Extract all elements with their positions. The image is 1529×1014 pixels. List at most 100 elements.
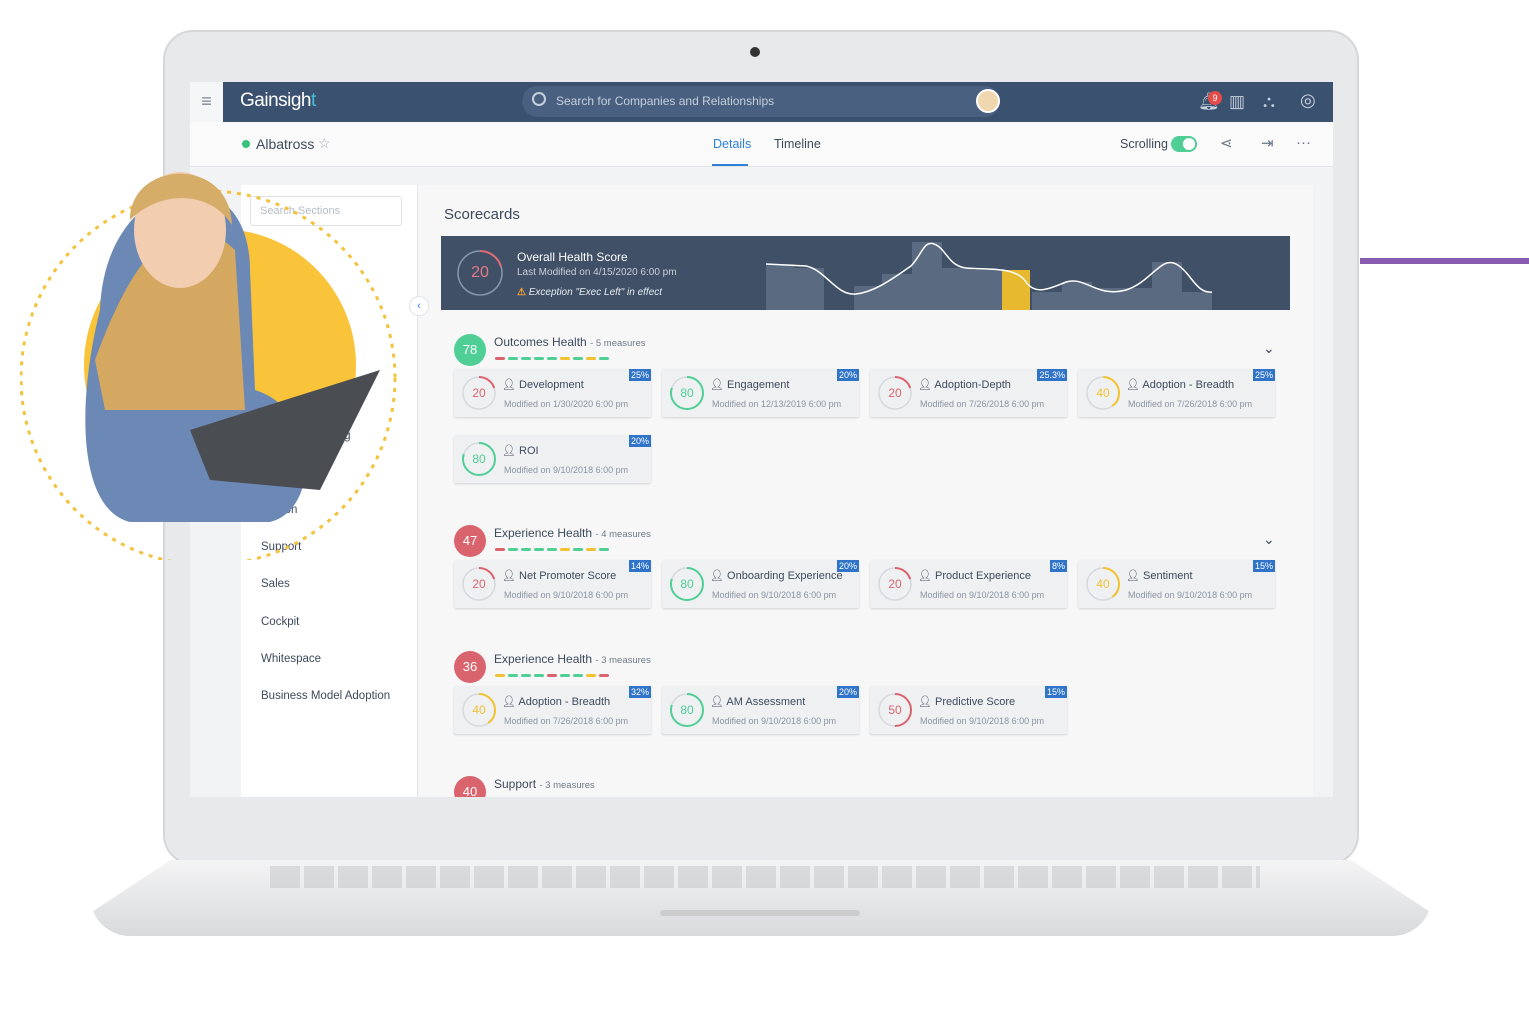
weight-badge: 14% <box>628 560 651 572</box>
measure-status-dash <box>508 357 518 360</box>
overall-score-title: Overall Health Score <box>517 250 628 264</box>
measure-name: 👤︎ Onboarding Experience <box>710 569 843 582</box>
chevron-down-icon[interactable]: ⌄ <box>1263 340 1275 357</box>
active-tab-indicator <box>712 164 748 166</box>
measure-status-dash <box>534 674 544 677</box>
measure-modified: Modified on 7/26/2018 6:00 pm <box>920 399 1045 409</box>
laptop-trackpad <box>660 910 860 916</box>
measure-status-dash <box>547 357 557 360</box>
weight-badge: 20% <box>628 435 651 447</box>
measure-score: 80 <box>472 452 486 466</box>
sidebar-item[interactable]: Business Model Adoption <box>261 690 390 702</box>
share-icon[interactable]: ⋖ <box>1220 134 1233 152</box>
measure-status-dash <box>599 548 609 551</box>
notification-badge: 9 <box>1208 91 1222 105</box>
measure-card[interactable]: 40 👤︎ Sentiment Modified on 9/10/2018 6:… <box>1078 560 1275 608</box>
section-score: 36 <box>454 651 486 683</box>
measure-status-dash <box>573 674 583 677</box>
measure-card[interactable]: 80 👤︎ ROI Modified on 9/10/2018 6:00 pm … <box>454 435 651 483</box>
measure-score: 40 <box>1096 386 1110 400</box>
person-icon: 👤︎ <box>1126 379 1140 391</box>
measure-modified: Modified on 9/10/2018 6:00 pm <box>920 590 1045 600</box>
measure-name: 👤︎ Predictive Score <box>918 695 1015 708</box>
collapse-sidebar-button[interactable]: ‹ <box>409 296 429 316</box>
measure-status-dash <box>560 548 570 551</box>
measure-card[interactable]: 20 👤︎ Net Promoter Score Modified on 9/1… <box>454 560 651 608</box>
hamburger-menu-icon[interactable]: ≡ <box>190 82 223 122</box>
measure-status-dash <box>547 674 557 677</box>
global-search-input[interactable]: Search for Companies and Relationships <box>522 86 1000 117</box>
measure-score: 20 <box>888 577 902 591</box>
weight-badge: 8% <box>1049 560 1067 572</box>
measure-modified: Modified on 9/10/2018 6:00 pm <box>504 590 629 600</box>
chevron-down-icon[interactable]: ⌄ <box>1263 531 1275 548</box>
measure-name: 👤︎ Adoption-Depth <box>918 378 1011 391</box>
tab-details[interactable]: Details <box>713 137 751 151</box>
measure-card[interactable]: 80 👤︎ AM Assessment Modified on 9/10/201… <box>662 686 859 734</box>
person-icon: 👤︎ <box>918 379 932 391</box>
gainsight-logo[interactable]: Gainsight <box>240 90 316 112</box>
measure-status-dash <box>586 674 596 677</box>
measure-status-dash <box>534 548 544 551</box>
measure-card[interactable]: 20 👤︎ Product Experience Modified on 9/1… <box>870 560 1067 608</box>
warning-icon: ⚠ <box>517 287 526 298</box>
measure-label: Adoption - Breadth <box>518 696 611 708</box>
export-icon[interactable]: ⇥ <box>1261 134 1274 152</box>
measure-name: 👤︎ Net Promoter Score <box>502 569 616 582</box>
person-icon: 👤︎ <box>918 696 932 708</box>
measure-status-dash <box>508 548 518 551</box>
measure-card[interactable]: 50 👤︎ Predictive Score Modified on 9/10/… <box>870 686 1067 734</box>
measure-card[interactable]: 40 👤︎ Adoption - Breadth Modified on 7/2… <box>454 686 651 734</box>
section-title[interactable]: Experience Health - 3 measures <box>494 652 651 666</box>
section-title[interactable]: Support - 3 measures <box>494 777 595 791</box>
sidebar-item[interactable]: Cockpit <box>261 616 299 628</box>
measure-modified: Modified on 9/10/2018 6:00 pm <box>712 590 837 600</box>
weight-badge: 25.3% <box>1037 369 1067 381</box>
weight-badge: 15% <box>1044 686 1067 698</box>
measure-card[interactable]: 40 👤︎ Adoption - Breadth Modified on 7/2… <box>1078 369 1275 417</box>
measure-card[interactable]: 20 👤︎ Development Modified on 1/30/2020 … <box>454 369 651 417</box>
measure-label: Product Experience <box>935 570 1032 582</box>
measure-modified: Modified on 9/10/2018 6:00 pm <box>504 465 629 475</box>
person-icon: 👤︎ <box>502 379 516 391</box>
measure-score: 20 <box>888 386 902 400</box>
section-name: Support <box>494 777 537 791</box>
measure-status-dash <box>521 674 531 677</box>
section-name: Experience Health <box>494 652 593 666</box>
measure-count: - 5 measures <box>590 338 646 349</box>
search-icon <box>532 92 546 106</box>
section-title[interactable]: Outcomes Health - 5 measures <box>494 335 646 349</box>
measure-name: 👤︎ Adoption - Breadth <box>502 695 610 708</box>
measure-status-dash <box>521 357 531 360</box>
person-icon: 👤︎ <box>710 379 724 391</box>
section-title[interactable]: Experience Health - 4 measures <box>494 526 651 540</box>
measure-score: 80 <box>680 703 694 717</box>
person-icon: 👤︎ <box>1126 570 1140 582</box>
section-score: 78 <box>454 334 486 366</box>
measure-label: Adoption - Breadth <box>1142 379 1235 391</box>
measure-modified: Modified on 7/26/2018 6:00 pm <box>504 716 629 726</box>
sidebar-item[interactable]: Whitespace <box>261 653 321 665</box>
measure-status-dash <box>599 357 609 360</box>
measure-status-dash <box>508 674 518 677</box>
more-options-icon[interactable]: ··· <box>1296 134 1311 151</box>
network-icon[interactable]: ⛬ <box>1263 92 1275 112</box>
measure-count: - 3 measures <box>539 780 595 791</box>
measure-label: Onboarding Experience <box>727 570 843 582</box>
book-icon[interactable]: ▥ <box>1229 92 1245 112</box>
measure-name: 👤︎ ROI <box>502 444 539 457</box>
measure-label: ROI <box>519 445 539 457</box>
sidebar-item[interactable]: Sales <box>261 578 290 590</box>
measure-card[interactable]: 20 👤︎ Adoption-Depth Modified on 7/26/20… <box>870 369 1067 417</box>
measure-card[interactable]: 80 👤︎ Engagement Modified on 12/13/2019 … <box>662 369 859 417</box>
user-avatar[interactable] <box>976 89 1000 113</box>
measure-card[interactable]: 80 👤︎ Onboarding Experience Modified on … <box>662 560 859 608</box>
scrolling-toggle[interactable] <box>1171 136 1197 152</box>
exception-text: Exception "Exec Left" in effect <box>528 287 663 298</box>
measure-label: AM Assessment <box>726 696 806 708</box>
tab-timeline[interactable]: Timeline <box>774 137 821 151</box>
measure-status-dash <box>495 357 505 360</box>
measure-score: 20 <box>472 577 486 591</box>
profile-icon[interactable]: ◎ <box>1300 90 1316 111</box>
measure-status-bar <box>495 548 609 551</box>
